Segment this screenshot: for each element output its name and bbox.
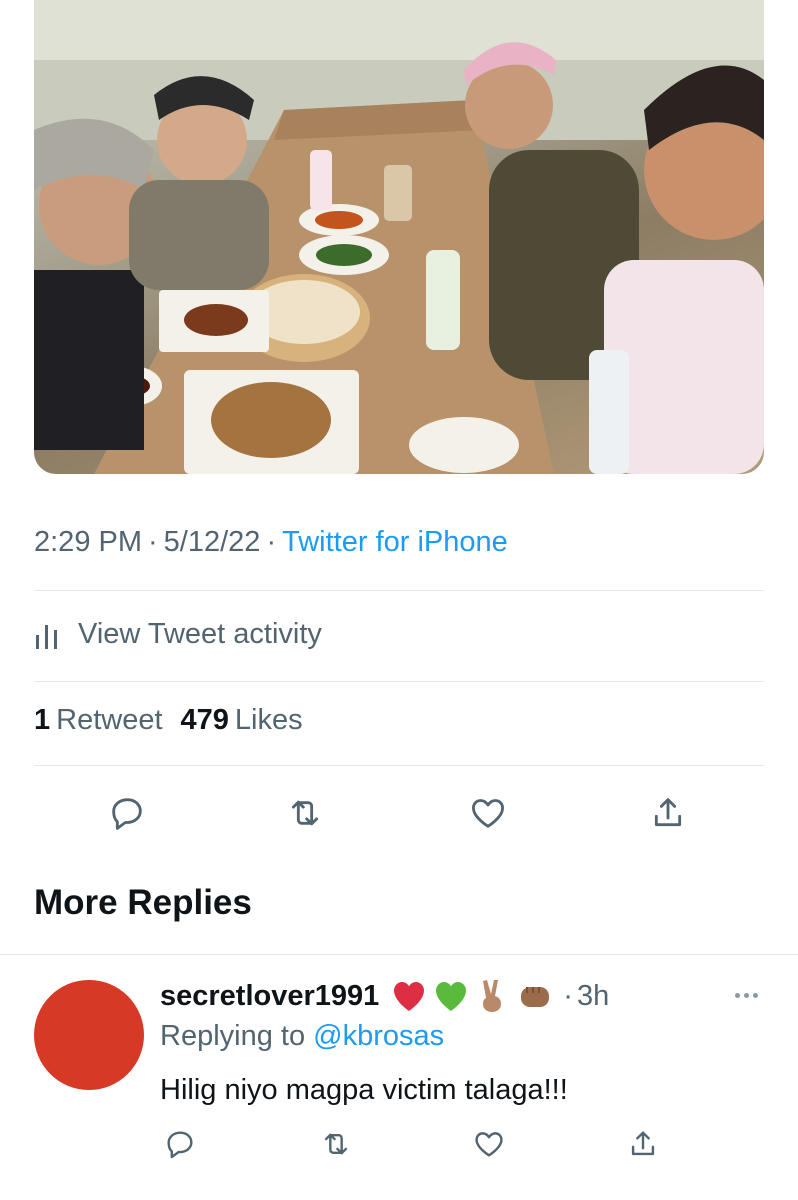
tweet-stats: 1 Retweet 479 Likes xyxy=(34,704,303,737)
reply-share-button[interactable] xyxy=(623,1124,663,1164)
reply-text: Hilig niyo magpa victim talaga!!! xyxy=(160,1074,568,1106)
reply-icon xyxy=(167,1131,193,1159)
retweet-icon xyxy=(291,800,319,826)
victory-hand-emoji xyxy=(483,980,502,1012)
analytics-icon xyxy=(34,617,68,651)
reply-retweet-button[interactable] xyxy=(316,1124,356,1164)
reply-reply-button[interactable] xyxy=(160,1124,200,1164)
more-options-button[interactable] xyxy=(726,982,766,1008)
red-heart-emoji xyxy=(394,982,425,1011)
divider xyxy=(34,681,764,682)
meta-separator: · xyxy=(266,526,277,558)
view-tweet-activity-label: View Tweet activity xyxy=(78,617,322,650)
reply-like-button[interactable] xyxy=(469,1124,509,1164)
retweet-button[interactable] xyxy=(282,790,328,836)
divider xyxy=(34,590,764,591)
retweet-icon xyxy=(324,1133,348,1155)
tweet-date: 5/12/22 xyxy=(163,526,261,558)
reply-header: secretlover1991 · 3h xyxy=(160,976,609,1016)
replying-to-handle[interactable]: @kbrosas xyxy=(313,1020,444,1052)
heart-icon xyxy=(471,799,505,828)
divider xyxy=(34,765,764,766)
replying-to: Replying to @kbrosas xyxy=(160,1020,444,1053)
share-icon xyxy=(631,1131,655,1156)
reply-time[interactable]: 3h xyxy=(577,980,609,1013)
avatar[interactable] xyxy=(34,980,144,1090)
like-count: 479 xyxy=(180,704,229,736)
heart-icon xyxy=(475,1132,503,1157)
share-button[interactable] xyxy=(645,790,691,836)
like-label: Likes xyxy=(234,704,303,736)
replying-to-label: Replying to xyxy=(160,1020,306,1052)
retweet-label: Retweet xyxy=(56,704,163,736)
tweet-photo[interactable] xyxy=(34,0,764,474)
meta-separator: · xyxy=(148,526,158,558)
tweet-action-bar xyxy=(0,790,798,836)
reply-username[interactable]: secretlover1991 xyxy=(160,980,379,1013)
oncoming-fist-emoji xyxy=(521,987,550,1007)
reply-icon xyxy=(112,798,142,830)
reply-separator: · xyxy=(563,979,573,1012)
share-icon xyxy=(654,798,682,827)
tweet-time: 2:29 PM xyxy=(34,526,142,558)
more-dots-icon xyxy=(743,992,749,998)
more-replies-heading: More Replies xyxy=(34,883,252,922)
retweet-count: 1 xyxy=(34,704,51,736)
divider xyxy=(0,954,798,955)
more-dots-icon xyxy=(752,992,758,998)
likes-stat[interactable]: 479 Likes xyxy=(181,704,303,737)
view-tweet-activity-button[interactable]: View Tweet activity xyxy=(34,612,322,656)
tweet-timestamp: 2:29 PM · 5/12/22 · Twitter for iPhone xyxy=(34,526,508,559)
retweets-stat[interactable]: 1 Retweet xyxy=(34,704,163,737)
reply-button[interactable] xyxy=(104,790,150,836)
more-dots-icon xyxy=(734,992,740,998)
green-heart-emoji xyxy=(436,982,467,1011)
reply-action-bar xyxy=(0,1124,798,1170)
like-button[interactable] xyxy=(465,790,511,836)
tweet-source-link[interactable]: Twitter for iPhone xyxy=(282,526,508,558)
